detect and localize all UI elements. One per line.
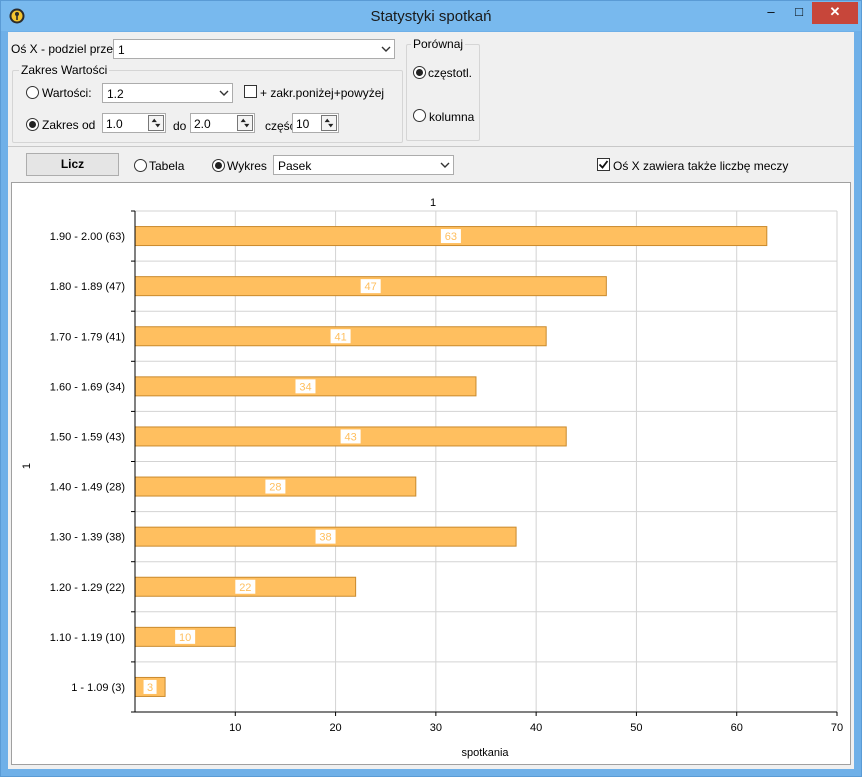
do-label: do xyxy=(173,119,187,133)
category-label: 1.70 - 1.79 (41) xyxy=(50,331,125,343)
chevron-down-icon xyxy=(219,90,229,96)
do-value: 2.0 xyxy=(194,117,211,131)
title-bar[interactable]: Statystyki spotkań – □ ✕ xyxy=(1,1,861,31)
zakr-checkbox[interactable] xyxy=(244,85,257,98)
chart-type-value: Pasek xyxy=(278,159,312,173)
category-label: 1.80 - 1.89 (47) xyxy=(50,281,125,293)
zakres-od-spinner[interactable]: 1.0 xyxy=(102,113,166,133)
category-label: 1.30 - 1.39 (38) xyxy=(50,532,125,544)
maximize-button[interactable]: □ xyxy=(786,2,812,24)
licz-button[interactable]: Licz xyxy=(26,153,119,176)
minimize-button[interactable]: – xyxy=(756,2,786,24)
zakres-od-value: 1.0 xyxy=(106,117,123,131)
x-tick-label: 40 xyxy=(530,722,542,734)
os-x-combo[interactable]: 1 xyxy=(113,39,395,59)
porownaj-group: Porównaj xyxy=(406,37,480,141)
data-label: 28 xyxy=(269,482,281,494)
os-x-label: Oś X - podziel przez xyxy=(11,42,120,56)
wartosci-value: 1.2 xyxy=(107,87,124,101)
close-icon: ✕ xyxy=(829,4,841,19)
category-label: 1.40 - 1.49 (28) xyxy=(50,482,125,494)
x-tick-label: 20 xyxy=(329,722,341,734)
category-label: 1.10 - 1.19 (10) xyxy=(50,632,125,644)
zakres-od-label: Zakres od xyxy=(42,118,96,132)
data-label: 34 xyxy=(299,381,311,393)
x-tick-label: 30 xyxy=(430,722,442,734)
czestotl-radio[interactable] xyxy=(413,66,426,79)
kolumna-label: kolumna xyxy=(429,110,475,124)
tabela-radio[interactable] xyxy=(134,159,147,172)
chart-type-combo[interactable]: Pasek xyxy=(273,155,454,175)
data-label: 38 xyxy=(319,532,331,544)
minimize-icon: – xyxy=(767,4,775,19)
kolumna-radio[interactable] xyxy=(413,109,426,122)
data-label: 22 xyxy=(239,582,251,594)
wartosci-label: Wartości: xyxy=(42,86,92,100)
wartosci-radio[interactable] xyxy=(26,86,39,99)
x-tick-label: 70 xyxy=(831,722,843,734)
zakres-title: Zakres Wartości xyxy=(19,63,110,77)
app-window: Statystyki spotkań – □ ✕ Oś X - podziel … xyxy=(0,0,862,777)
tabela-label: Tabela xyxy=(149,159,185,173)
chart-title: 1 xyxy=(430,197,436,209)
category-label: 1 - 1.09 (3) xyxy=(71,682,125,694)
wartosci-combo[interactable]: 1.2 xyxy=(102,83,233,103)
osx-checkbox[interactable] xyxy=(597,158,610,171)
data-label: 41 xyxy=(334,331,346,343)
x-tick-label: 10 xyxy=(229,722,241,734)
data-label: 47 xyxy=(365,281,377,293)
zakres-od-radio[interactable] xyxy=(26,118,39,131)
category-label: 1.60 - 1.69 (34) xyxy=(50,381,125,393)
chevron-down-icon xyxy=(381,46,391,52)
bar-chart: 1.90 - 2.00 (63) 63 1.80 - 1.89 (47) 47 1.70… xyxy=(21,197,843,759)
czesc-spinner[interactable]: 10 xyxy=(292,113,339,133)
porownaj-title: Porównaj xyxy=(411,37,466,51)
spinner-arrows-icon[interactable] xyxy=(237,115,253,131)
osx-checkbox-label: Oś X zawiera także liczbę meczy xyxy=(613,159,789,173)
window-title: Statystyki spotkań xyxy=(370,8,492,25)
chart-panel: 1.90 - 2.00 (63) 63 1.80 - 1.89 (47) 47 1.70… xyxy=(11,182,851,765)
category-label: 1.50 - 1.59 (43) xyxy=(50,431,125,443)
client-area: Oś X - podziel przez 1 Zakres Wartości W… xyxy=(8,32,854,769)
do-spinner[interactable]: 2.0 xyxy=(190,113,255,133)
separator xyxy=(8,146,854,147)
wykres-label: Wykres xyxy=(227,159,267,173)
y-axis-label: 1 xyxy=(21,463,33,469)
x-tick-label: 50 xyxy=(630,722,642,734)
data-label: 63 xyxy=(445,231,457,243)
data-label: 10 xyxy=(179,632,191,644)
close-button[interactable]: ✕ xyxy=(812,2,858,24)
spinner-arrows-icon[interactable] xyxy=(148,115,164,131)
category-label: 1.90 - 2.00 (63) xyxy=(50,231,125,243)
os-x-value: 1 xyxy=(118,43,125,57)
checkmark-icon xyxy=(598,160,609,169)
x-axis-label: spotkania xyxy=(461,747,509,759)
zakr-checkbox-label: + zakr.poniżej+powyżej xyxy=(260,86,385,100)
category-label: 1.20 - 1.29 (22) xyxy=(50,582,125,594)
chevron-down-icon xyxy=(440,162,450,168)
maximize-icon: □ xyxy=(795,4,803,19)
wykres-radio[interactable] xyxy=(212,159,225,172)
spinner-arrows-icon[interactable] xyxy=(321,115,337,131)
czesc-value: 10 xyxy=(296,117,310,131)
data-label: 43 xyxy=(344,431,356,443)
data-label: 3 xyxy=(147,682,153,694)
czestotl-label: częstotl. xyxy=(428,66,473,80)
x-tick-label: 60 xyxy=(731,722,743,734)
